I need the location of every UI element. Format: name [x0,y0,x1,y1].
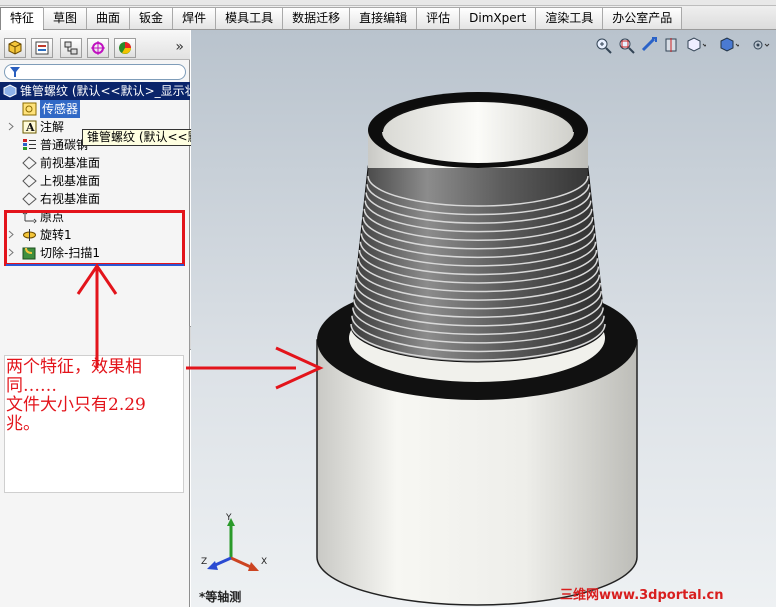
tree-item-label: 普通碳钢 [40,138,89,152]
tree-filter-input[interactable] [4,64,186,80]
tree-root-label: 锥管螺纹 (默认<<默认>_显示状 [20,84,197,98]
display-manager-icon[interactable] [114,38,136,58]
property-manager-icon[interactable] [31,38,53,58]
svg-text:A: A [25,121,35,134]
chevron-more-icon[interactable]: » [175,39,184,55]
tab-9[interactable]: DimXpert [459,7,537,29]
tab-2[interactable]: 曲面 [86,7,131,29]
tree-item-label: 上视基准面 [40,174,101,188]
plane-icon [22,174,37,188]
part-model[interactable] [191,30,776,607]
feature-tree-icon[interactable] [4,38,26,58]
tree-item-top-plane[interactable]: 上视基准面 [0,172,190,190]
tab-4[interactable]: 焊件 [172,7,217,29]
panel-toolbar: » [0,30,190,60]
tree-item-label: 右视基准面 [40,192,101,206]
tab-0[interactable]: 特征 [0,7,45,31]
command-manager-tabs: 特征 草图 曲面 钣金 焊件 模具工具 数据迁移 直接编辑 评估 DimXpert 渲染工具 办公室产… [0,0,776,31]
highlight-box [4,210,185,266]
material-icon [22,138,37,152]
graphics-viewport[interactable]: Y X Z *等轴测 三维网www.3dportal.cn [191,30,776,607]
part-icon [3,84,18,98]
annotation-line: 文件大小只有2.29 [6,395,146,415]
svg-text:Z: Z [201,557,207,567]
tree-item-right-plane[interactable]: 右视基准面 [0,190,190,208]
plane-icon [22,192,37,206]
tree-item-label: 传感器 [40,100,81,118]
tab-6[interactable]: 数据迁移 [282,7,351,29]
annotation-line: 兆。 [6,414,40,434]
sensor-icon [22,102,37,116]
tab-1[interactable]: 草图 [43,7,88,29]
tree-item-label: 前视基准面 [40,156,101,170]
view-name-label: *等轴测 [199,590,242,604]
axis-triad-icon: Y X Z [201,513,267,571]
configuration-manager-icon[interactable] [60,38,82,58]
annotation-icon: A [22,120,37,134]
plane-icon [22,156,37,170]
tab-5[interactable]: 模具工具 [215,7,284,29]
threaded-section [350,137,606,363]
tree-item-front-plane[interactable]: 前视基准面 [0,154,190,172]
tree-root-part[interactable]: 锥管螺纹 (默认<<默认>_显示状 [0,82,197,100]
expand-icon[interactable] [8,122,15,131]
annotation-line: 同…… [6,376,57,396]
tab-11[interactable]: 办公室产品 [602,7,683,29]
tab-8[interactable]: 评估 [416,7,461,29]
annotation-text: 两个特征，效果相 同…… 文件大小只有2.29 兆。 [6,358,184,434]
watermark: 三维网www.3dportal.cn [560,588,724,603]
filter-icon [10,67,20,77]
tab-bar: 特征 草图 曲面 钣金 焊件 模具工具 数据迁移 直接编辑 评估 DimXpert 渲染工具 办公室产… [0,7,683,31]
feature-manager-panel: » 锥管螺纹 (默认<<默认>_显示状 传感器 A 注解 普通碳钢 前视基准面 [0,30,197,607]
tree-item-label: 注解 [40,120,65,134]
title-strip [0,0,776,6]
tab-10[interactable]: 渲染工具 [535,7,604,29]
svg-text:X: X [261,557,267,567]
tree-rollback-bar[interactable] [6,264,184,266]
annotation-line: 两个特征，效果相 [6,357,142,377]
tab-7[interactable]: 直接编辑 [349,7,418,29]
tab-3[interactable]: 钣金 [129,7,174,29]
dimxpert-manager-icon[interactable] [87,38,109,58]
tree-item-sensor[interactable]: 传感器 [0,100,190,118]
svg-text:Y: Y [225,513,232,523]
